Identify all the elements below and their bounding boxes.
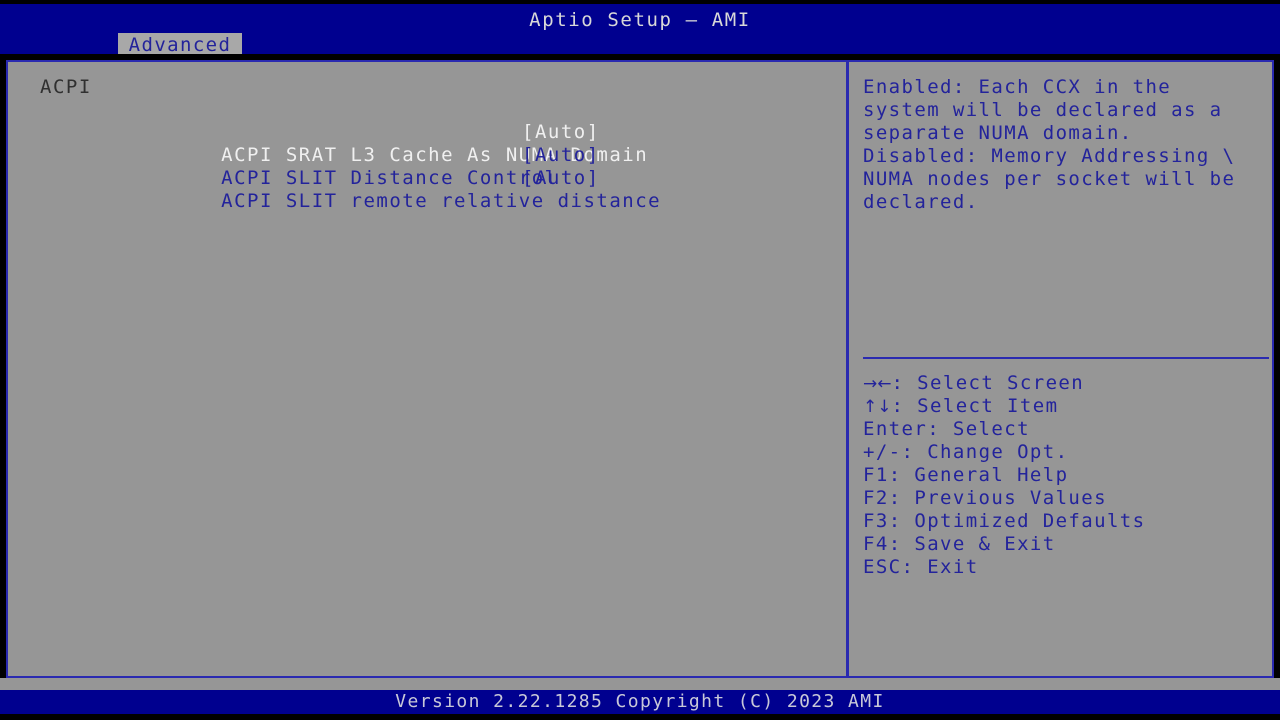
legend-item-text: : Select Item <box>891 395 1059 417</box>
legend-item-text: : Previous Values <box>888 487 1107 509</box>
key-legend: →←: Select Screen ↑↓: Select Item Enter:… <box>863 372 1266 579</box>
legend-item-key: F4 <box>863 533 889 555</box>
legend-item-key: Enter <box>863 418 928 440</box>
option-value[interactable]: [Auto] <box>522 121 600 144</box>
bios-setup-screen: Aptio Setup – AMI Advanced ACPI ACPI SRA… <box>0 0 1280 720</box>
legend-item-key: F1 <box>863 464 889 486</box>
legend-item-general-help: F1: General Help <box>863 464 1266 487</box>
panes-container: ACPI ACPI SRAT L3 Cache As NUMA Domain [… <box>8 62 1272 676</box>
help-separator <box>863 357 1269 359</box>
option-value[interactable]: [Auto] <box>522 167 600 190</box>
legend-item-text: : Change Opt. <box>901 441 1069 463</box>
arrow-left-right-icon: →← <box>863 374 892 394</box>
help-inner: Enabled: Each CCX in the system will be … <box>863 76 1269 670</box>
content-frame: ACPI ACPI SRAT L3 Cache As NUMA Domain [… <box>6 60 1274 678</box>
legend-item-optimized-defaults: F3: Optimized Defaults <box>863 510 1266 533</box>
legend-item-select-screen: →←: Select Screen <box>863 372 1266 395</box>
option-row-slit-distance-control[interactable]: ACPI SLIT Distance Control [Auto] <box>40 144 838 189</box>
footer-gap <box>0 678 1280 690</box>
option-list: ACPI SRAT L3 Cache As NUMA Domain [Auto]… <box>40 121 838 212</box>
legend-item-text: : Exit <box>901 556 979 578</box>
settings-inner: ACPI ACPI SRAT L3 Cache As NUMA Domain [… <box>40 76 838 212</box>
legend-item-text: : General Help <box>888 464 1069 486</box>
option-label: ACPI SLIT remote relative distance <box>221 190 662 212</box>
version-text: Version 2.22.1285 Copyright (C) 2023 AMI <box>395 691 885 712</box>
legend-item-select-item: ↑↓: Select Item <box>863 395 1266 418</box>
footer-bar: Version 2.22.1285 Copyright (C) 2023 AMI <box>0 690 1280 714</box>
legend-item-enter-select: Enter: Select <box>863 418 1266 441</box>
bottom-black-strip <box>0 714 1280 720</box>
legend-item-previous-values: F2: Previous Values <box>863 487 1266 510</box>
help-pane: Enabled: Each CCX in the system will be … <box>849 62 1272 676</box>
arrow-up-down-icon: ↑↓ <box>863 397 892 417</box>
option-row-srat-l3-cache[interactable]: ACPI SRAT L3 Cache As NUMA Domain [Auto] <box>40 121 838 166</box>
legend-item-change-opt: +/-: Change Opt. <box>863 441 1266 464</box>
legend-item-key: F2 <box>863 487 889 509</box>
header-bar: Aptio Setup – AMI Advanced <box>0 4 1280 58</box>
legend-item-text: : Save & Exit <box>888 533 1056 555</box>
legend-item-key: F3 <box>863 510 889 532</box>
help-description: Enabled: Each CCX in the system will be … <box>863 76 1236 213</box>
legend-item-exit: ESC: Exit <box>863 556 1266 579</box>
legend-item-text: : Select Screen <box>891 372 1085 394</box>
settings-pane: ACPI ACPI SRAT L3 Cache As NUMA Domain [… <box>8 62 849 676</box>
group-title-acpi: ACPI <box>40 76 92 98</box>
legend-item-save-exit: F4: Save & Exit <box>863 533 1266 556</box>
page-title: Aptio Setup – AMI <box>529 9 751 31</box>
option-value[interactable]: [Auto] <box>522 144 600 167</box>
legend-item-key: +/- <box>863 441 902 463</box>
legend-item-text: : Optimized Defaults <box>888 510 1146 532</box>
legend-item-text: : Select <box>927 418 1030 440</box>
legend-item-key: ESC <box>863 556 902 578</box>
option-row-slit-remote-relative-distance[interactable]: ACPI SLIT remote relative distance [Auto… <box>40 167 838 212</box>
